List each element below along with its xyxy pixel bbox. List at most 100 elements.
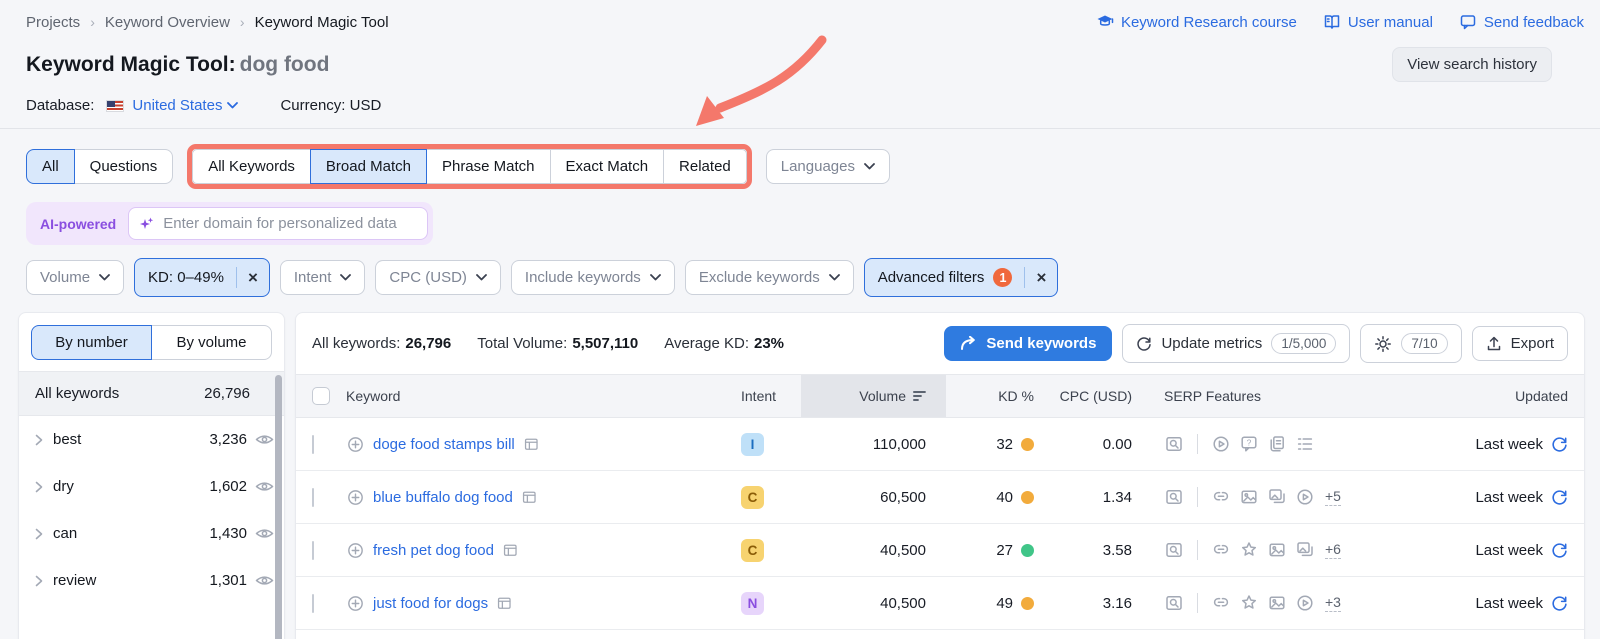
row-checkbox[interactable] xyxy=(312,487,314,507)
export-button[interactable]: Export xyxy=(1471,326,1568,361)
keyword-group-can[interactable]: can 1,430 xyxy=(19,510,284,557)
gear-icon xyxy=(1374,335,1392,353)
chevron-right-icon xyxy=(35,528,43,540)
kd-value: 40 xyxy=(996,488,1013,506)
user-manual-link[interactable]: User manual xyxy=(1323,13,1433,31)
ai-powered-badge: AI-powered xyxy=(40,215,117,232)
hide-group-eye-icon[interactable] xyxy=(255,432,274,447)
chevron-down-icon xyxy=(864,163,875,170)
document-icon xyxy=(1267,434,1287,454)
keyword-link[interactable]: blue buffalo dog food xyxy=(373,489,513,506)
update-metrics-button[interactable]: Update metrics 1/5,000 xyxy=(1122,324,1351,363)
serp-sheet-icon[interactable] xyxy=(523,436,540,453)
serp-sheet-icon[interactable] xyxy=(502,542,519,559)
settings-button[interactable]: 7/10 xyxy=(1360,324,1462,363)
domain-input[interactable]: Enter domain for personalized data xyxy=(128,207,429,240)
filter-include-keywords[interactable]: Include keywords xyxy=(510,260,675,295)
serp-analyze-icon[interactable] xyxy=(1164,593,1184,613)
filter-cpc-usd[interactable]: CPC (USD) xyxy=(375,260,501,295)
keyword-group-review[interactable]: review 1,301 xyxy=(19,557,284,604)
serp-more-count[interactable]: +5 xyxy=(1325,488,1341,506)
serp-analyze-icon[interactable] xyxy=(1164,434,1184,454)
filter-exclude-keywords[interactable]: Exclude keywords xyxy=(684,260,854,295)
refresh-metrics-icon[interactable] xyxy=(1551,595,1568,612)
keyword-link[interactable]: just food for dogs xyxy=(373,595,488,612)
sidebar-sort-tabs: By number By volume xyxy=(31,325,272,360)
tab-all-keywords[interactable]: All Keywords xyxy=(192,149,311,184)
group-label: dry xyxy=(53,478,74,495)
send-feedback-link[interactable]: Send feedback xyxy=(1459,13,1584,31)
keyword-group-dry[interactable]: dry 1,602 xyxy=(19,463,284,510)
hide-group-eye-icon[interactable] xyxy=(255,526,274,541)
cpc-value: 1.34 xyxy=(1102,488,1132,506)
serp-sheet-icon[interactable] xyxy=(521,489,538,506)
filter-advanced-filters[interactable]: Advanced filters 1 × xyxy=(863,258,1059,297)
export-icon xyxy=(1486,336,1502,352)
column-header-volume[interactable]: Volume xyxy=(801,375,946,417)
serp-sheet-icon[interactable] xyxy=(496,595,513,612)
chevron-down-icon xyxy=(340,274,352,281)
breadcrumb-projects[interactable]: Projects xyxy=(26,14,80,31)
list-icon xyxy=(1295,434,1315,454)
tab-phrase-match[interactable]: Phrase Match xyxy=(425,149,551,184)
column-header-keyword[interactable]: Keyword xyxy=(346,375,741,417)
refresh-metrics-icon[interactable] xyxy=(1551,436,1568,453)
chevron-down-icon xyxy=(649,274,661,281)
keyword-link[interactable]: doge food stamps bill xyxy=(373,436,515,453)
column-header-cpc[interactable]: CPC (USD) xyxy=(1046,375,1146,417)
chevron-down-icon xyxy=(99,274,110,281)
group-label: can xyxy=(53,525,78,542)
column-header-serp-features[interactable]: SERP Features xyxy=(1146,375,1456,417)
sidebar-tab-by-number[interactable]: By number xyxy=(31,325,152,360)
clear-filter-button[interactable]: × xyxy=(235,267,269,288)
send-keywords-button[interactable]: Send keywords xyxy=(944,326,1113,361)
us-flag-icon xyxy=(106,99,125,112)
filter-intent[interactable]: Intent xyxy=(279,260,366,295)
breadcrumb-keyword-overview[interactable]: Keyword Overview xyxy=(105,14,230,31)
column-header-updated[interactable]: Updated xyxy=(1456,375,1584,417)
serp-features-cell: +6 xyxy=(1146,540,1456,560)
refresh-metrics-icon[interactable] xyxy=(1551,542,1568,559)
hide-group-eye-icon[interactable] xyxy=(255,573,274,588)
serp-more-count[interactable]: +3 xyxy=(1325,594,1341,612)
refresh-metrics-icon[interactable] xyxy=(1551,489,1568,506)
intent-badge: C xyxy=(741,538,764,562)
play-circle-icon xyxy=(1211,434,1231,454)
filter-kd-0-49[interactable]: KD: 0–49% × xyxy=(134,258,270,297)
serp-features-cell: +3 xyxy=(1146,593,1456,613)
select-all-checkbox[interactable] xyxy=(312,387,330,405)
send-arrow-icon xyxy=(960,336,977,351)
languages-dropdown[interactable]: Languages xyxy=(765,149,890,184)
keyword-link[interactable]: fresh pet dog food xyxy=(373,542,494,559)
row-checkbox[interactable] xyxy=(312,434,314,454)
tab-related[interactable]: Related xyxy=(663,149,747,184)
serp-more-count[interactable]: +6 xyxy=(1325,541,1341,559)
refresh-icon xyxy=(1136,336,1152,352)
kd-value: 32 xyxy=(996,435,1013,453)
clear-filter-button[interactable]: × xyxy=(1024,267,1057,288)
column-header-kd[interactable]: KD % xyxy=(946,375,1046,417)
view-search-history-button[interactable]: View search history xyxy=(1392,47,1552,82)
hide-group-eye-icon[interactable] xyxy=(255,479,274,494)
play-circle-icon xyxy=(1295,487,1315,507)
row-checkbox[interactable] xyxy=(312,593,314,613)
tab-all[interactable]: All xyxy=(26,149,75,184)
keyword-group-best[interactable]: best 3,236 xyxy=(19,416,284,463)
sidebar-scrollbar[interactable] xyxy=(275,375,282,639)
tab-questions[interactable]: Questions xyxy=(73,149,174,184)
update-quota-pill: 1/5,000 xyxy=(1271,333,1337,354)
serp-analyze-icon[interactable] xyxy=(1164,487,1184,507)
kd-value: 27 xyxy=(996,541,1013,559)
cpc-value: 3.16 xyxy=(1102,594,1132,612)
filter-volume[interactable]: Volume xyxy=(26,260,125,295)
tab-broad-match[interactable]: Broad Match xyxy=(309,149,427,184)
all-keywords-group-row[interactable]: All keywords 26,796 xyxy=(19,371,284,416)
database-selector[interactable]: United States xyxy=(132,97,239,114)
sidebar-tab-by-volume[interactable]: By volume xyxy=(151,325,272,360)
serp-features-cell: +5 xyxy=(1146,487,1456,507)
keyword-research-course-link[interactable]: Keyword Research course xyxy=(1096,13,1297,31)
tab-exact-match[interactable]: Exact Match xyxy=(549,149,665,184)
column-header-intent[interactable]: Intent xyxy=(741,375,801,417)
serp-analyze-icon[interactable] xyxy=(1164,540,1184,560)
row-checkbox[interactable] xyxy=(312,540,314,560)
